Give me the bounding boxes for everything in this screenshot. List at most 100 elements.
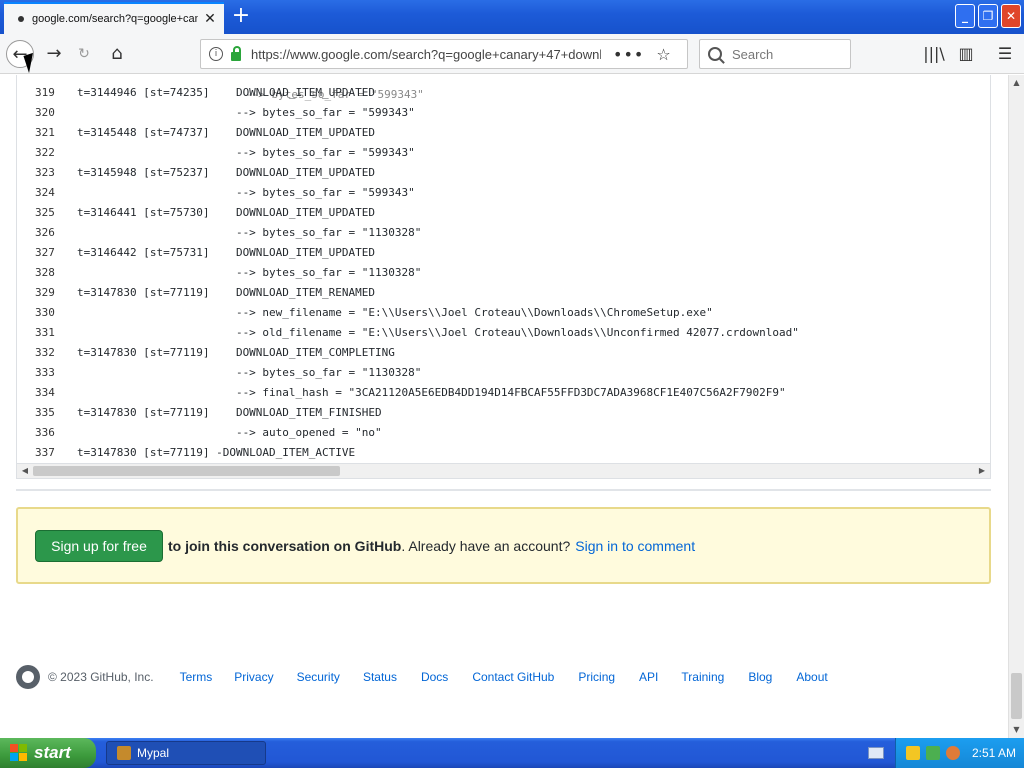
tab-title: google.com/search?q=google+canary+47+dow…: [32, 13, 198, 25]
footer-link-pricing[interactable]: Pricing: [578, 670, 615, 684]
log-line-number: 325: [35, 206, 55, 219]
navigation-toolbar: ← → ↻ ⌂ i https://www.google.com/search?…: [0, 34, 1024, 74]
menu-icon[interactable]: ☰: [992, 40, 1018, 68]
sidebar-icon[interactable]: ▥: [953, 40, 979, 68]
log-line-text: t=3146442 [st=75731] DOWNLOAD_ITEM_UPDAT…: [77, 246, 376, 259]
log-line-number: 322: [35, 146, 55, 159]
log-line-text: --> bytes_so_far = "1130328": [77, 366, 422, 379]
signup-banner: Sign up for free to join this conversati…: [16, 507, 991, 584]
log-line-number: 337: [35, 446, 55, 459]
horizontal-scroll-thumb[interactable]: [33, 466, 340, 476]
footer-link-terms[interactable]: Terms: [180, 670, 213, 684]
log-code-block: --> bytes_so_far = "599343" 319 t=3144946…: [16, 75, 991, 475]
bookmark-star-icon[interactable]: ☆: [656, 45, 670, 64]
close-window-button[interactable]: ✕: [1001, 4, 1021, 28]
github-logo-icon[interactable]: [16, 665, 40, 689]
windows-flag-icon: [10, 744, 28, 762]
scroll-up-icon[interactable]: ▲: [1009, 75, 1024, 91]
footer: © 2023 GitHub, Inc. Terms Privacy Securi…: [16, 665, 991, 689]
log-line-text: t=3146441 [st=75730] DOWNLOAD_ITEM_UPDAT…: [77, 206, 376, 219]
tab-favicon-icon: [18, 16, 24, 22]
log-line-number: 329: [35, 286, 55, 299]
search-icon: [708, 47, 722, 61]
page-actions-icon[interactable]: •••: [613, 45, 644, 64]
log-line-number: 326: [35, 226, 55, 239]
log-line-text: --> bytes_so_far = "599343": [77, 146, 415, 159]
clock: 2:51 AM: [972, 746, 1017, 760]
page-content: --> bytes_so_far = "599343" 319 t=3144946…: [0, 75, 1008, 738]
scroll-left-icon[interactable]: ◀: [17, 464, 33, 478]
footer-link-api[interactable]: API: [639, 670, 658, 684]
search-bar[interactable]: Search: [699, 39, 851, 69]
log-line-text: --> bytes_so_far = "599343": [77, 106, 415, 119]
forward-button[interactable]: →: [40, 40, 68, 68]
site-info-icon[interactable]: i: [209, 47, 223, 61]
footer-link-status[interactable]: Status: [363, 670, 397, 684]
home-button[interactable]: ⌂: [103, 40, 131, 68]
log-line-number: 336: [35, 426, 55, 439]
tab-close-icon[interactable]: ✕: [202, 11, 218, 27]
lock-icon: [231, 45, 241, 61]
log-line-text: --> auto_opened = "no": [77, 426, 382, 439]
log-line-text: --> bytes_so_far = "599343": [77, 186, 415, 199]
log-line-number: 327: [35, 246, 55, 259]
sign-up-button[interactable]: Sign up for free: [35, 529, 163, 562]
footer-link-contact[interactable]: Contact GitHub: [472, 670, 554, 684]
start-label: start: [34, 743, 71, 762]
security-shield-icon[interactable]: [906, 746, 920, 760]
scroll-right-icon[interactable]: ▶: [974, 464, 990, 478]
maximize-button[interactable]: ❐: [978, 4, 998, 28]
log-line-text: t=3144946 [st=74235] DOWNLOAD_ITEM_UPDAT…: [77, 86, 376, 99]
library-icon[interactable]: |||\: [921, 40, 947, 68]
start-button[interactable]: start: [0, 738, 96, 768]
copyright: © 2023 GitHub, Inc.: [48, 670, 154, 684]
footer-link-privacy[interactable]: Privacy: [234, 670, 273, 684]
footer-link-about[interactable]: About: [796, 670, 827, 684]
log-line-text: --> old_filename = "E:\\Users\\Joel Crot…: [77, 326, 799, 339]
log-line-number: 333: [35, 366, 55, 379]
footer-link-security[interactable]: Security: [297, 670, 340, 684]
log-line-number: 324: [35, 186, 55, 199]
reload-button[interactable]: ↻: [70, 40, 98, 68]
minimize-button[interactable]: _: [955, 4, 975, 28]
taskbar-item-mypal[interactable]: Mypal: [106, 741, 266, 765]
log-line-text: --> bytes_so_far = "1130328": [77, 226, 422, 239]
log-line-text: --> bytes_so_far = "1130328": [77, 266, 422, 279]
log-line-number: 321: [35, 126, 55, 139]
footer-link-training[interactable]: Training: [681, 670, 724, 684]
log-line-text: t=3145448 [st=74737] DOWNLOAD_ITEM_UPDAT…: [77, 126, 376, 139]
log-line-number: 334: [35, 386, 55, 399]
footer-link-docs[interactable]: Docs: [421, 670, 448, 684]
log-line-number: 323: [35, 166, 55, 179]
browser-tab[interactable]: google.com/search?q=google+canary+47+dow…: [4, 2, 224, 34]
log-line-number: 332: [35, 346, 55, 359]
sign-in-link[interactable]: Sign in to comment: [575, 538, 695, 554]
signup-text: to join this conversation on GitHub. Alr…: [168, 537, 571, 554]
log-line-number: 331: [35, 326, 55, 339]
taskbar: start Mypal 2:51 AM: [0, 738, 1024, 768]
taskbar-item-label: Mypal: [137, 746, 170, 760]
search-tray-icon[interactable]: [946, 746, 960, 760]
url-bar[interactable]: i https://www.google.com/search?q=google…: [200, 39, 688, 69]
log-line-text: --> final_hash = "3CA21120A5E6EDB4DD194D…: [77, 386, 786, 399]
system-tray: 2:51 AM: [895, 738, 1024, 768]
log-line-text: t=3147830 [st=77119] DOWNLOAD_ITEM_RENAM…: [77, 286, 376, 299]
divider: [16, 489, 991, 491]
log-line-text: t=3147830 [st=77119] DOWNLOAD_ITEM_COMPL…: [77, 346, 395, 359]
url-text[interactable]: https://www.google.com/search?q=google+c…: [251, 47, 601, 62]
log-line-number: 328: [35, 266, 55, 279]
log-line-number: 330: [35, 306, 55, 319]
search-input[interactable]: Search: [732, 47, 773, 62]
log-line-text: t=3145948 [st=75237] DOWNLOAD_ITEM_UPDAT…: [77, 166, 376, 179]
log-line-number: 335: [35, 406, 55, 419]
log-line-text: t=3147830 [st=77119] DOWNLOAD_ITEM_FINIS…: [77, 406, 382, 419]
footer-link-blog[interactable]: Blog: [748, 670, 772, 684]
mypal-app-icon: [117, 746, 131, 760]
network-icon[interactable]: [926, 746, 940, 760]
keyboard-icon[interactable]: [868, 747, 884, 759]
new-tab-button[interactable]: +: [229, 4, 253, 28]
horizontal-scrollbar[interactable]: ◀ ▶: [16, 463, 991, 479]
vertical-scroll-thumb[interactable]: [1011, 673, 1022, 719]
scroll-down-icon[interactable]: ▼: [1009, 722, 1024, 738]
vertical-scrollbar[interactable]: ▲ ▼: [1008, 75, 1024, 738]
